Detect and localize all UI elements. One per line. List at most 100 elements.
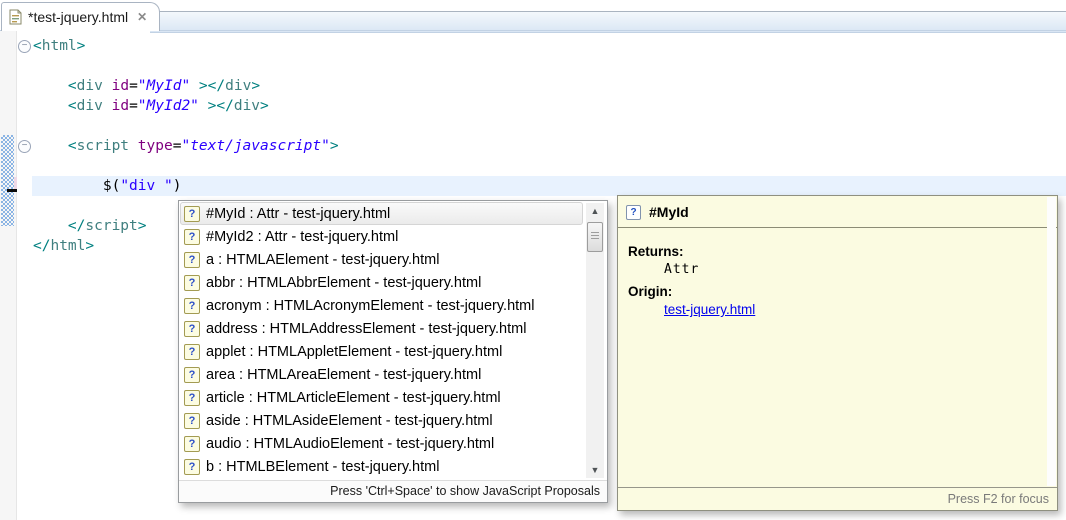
question-icon: ? [184,228,200,245]
completion-item[interactable]: ? abbr : HTMLAbbrElement - test-jquery.ht… [180,271,583,294]
completion-list: ? #MyId : Attr - test-jquery.html? #MyId2 … [180,202,583,479]
question-icon: ? [184,274,200,291]
scrollbar-thumb[interactable] [587,222,603,252]
fold-collapse-icon[interactable]: − [18,40,31,53]
tab-title: *test-jquery.html [28,9,129,25]
completion-item[interactable]: ? acronym : HTMLAcronymElement - test-jqu… [180,294,583,317]
completion-item-label: address : HTMLAddressElement - test-jque… [206,320,527,337]
doc-title: #MyId [649,204,689,220]
quickdiff-added-annotation [1,135,14,226]
completion-item-label: audio : HTMLAudioElement - test-jquery.h… [206,435,495,452]
annotation-ruler [0,31,17,520]
code-token: > [137,218,147,234]
completion-item[interactable]: ? audio : HTMLAudioElement - test-jquery.… [180,432,583,455]
code-token: "div " [120,178,173,194]
completion-item[interactable]: ? aside : HTMLAsideElement - test-jquery.… [180,409,583,432]
code-token: ></ [198,78,226,94]
completion-item[interactable]: ? article : HTMLArticleElement - test-jqu… [180,386,583,409]
origin-label: Origin: [628,284,673,299]
question-icon: ? [184,297,200,314]
doc-scrollbar-track[interactable] [1047,197,1056,486]
question-icon: ? [184,343,200,360]
completion-item-label: aside : HTMLAsideElement - test-jquery.h… [206,412,493,429]
completion-item-label: #MyId : Attr - test-jquery.html [206,205,391,222]
code-token: "text/javascript" [181,138,330,154]
code-token: > [76,38,86,54]
code-token: type [137,138,173,154]
code-line[interactable]: <script type="text/javascript"> [32,136,1066,156]
completion-item[interactable]: ? b : HTMLBElement - test-jquery.html [180,455,583,478]
code-token: html [50,238,86,254]
completion-item-label: area : HTMLAreaElement - test-jquery.htm… [206,366,482,383]
content-assist-popup: ? #MyId : Attr - test-jquery.html? #MyId2 … [178,200,608,503]
question-icon: ? [184,320,200,337]
question-icon: ? [184,205,200,222]
scroll-up-icon[interactable]: ▲ [586,203,604,219]
completion-item-label: article : HTMLArticleElement - test-jque… [206,389,501,406]
question-icon: ? [184,458,200,475]
code-line[interactable]: <div id="MyId2" ></div> [32,96,1066,116]
completion-item[interactable]: ? #MyId2 : Attr - test-jquery.html [180,225,583,248]
scroll-down-icon[interactable]: ▼ [586,462,604,478]
code-token: </ [33,238,51,254]
code-token: </ [67,218,86,234]
doc-footer-hint: Press F2 for focus [618,487,1057,510]
completion-item-label: b : HTMLBElement - test-jquery.html [206,458,440,475]
code-token: < [33,38,42,54]
folding-ruler: − − [17,31,32,520]
question-icon: ? [184,412,200,429]
completion-scrollbar[interactable]: ▲ ▼ [586,203,604,478]
question-icon: ? [184,366,200,383]
question-icon: ? [184,389,200,406]
code-token: html [41,38,77,54]
code-token: "MyId" [137,78,191,94]
code-token: > [85,238,95,254]
code-token: = [129,78,138,94]
eclipse-editor-window: *test-jquery.html ✕ − − <html> <div id="M… [0,0,1066,520]
question-icon: ? [626,204,641,220]
tab-test-jquery-html[interactable]: *test-jquery.html ✕ [1,2,161,31]
code-token: > [251,78,261,94]
completion-item[interactable]: ? area : HTMLAreaElement - test-jquery.ht… [180,363,583,386]
html-file-icon [9,9,22,25]
completion-item-label: a : HTMLAElement - test-jquery.html [206,251,440,268]
fold-collapse-icon[interactable]: − [18,140,31,153]
code-token: div [76,78,103,94]
completion-item-label: #MyId2 : Attr - test-jquery.html [206,228,399,245]
code-token: div [76,98,103,114]
code-token: = [129,98,138,114]
code-line[interactable]: <html> [32,36,1066,56]
code-token: < [67,138,77,154]
code-token: ) [172,178,182,194]
code-token: id [111,78,130,94]
code-token: script [76,138,130,154]
returns-label: Returns: [628,244,684,259]
question-icon: ? [184,251,200,268]
code-token: div [233,98,261,114]
code-line[interactable]: <div id="MyId" ></div> [32,76,1066,96]
code-line[interactable] [32,56,1066,76]
code-token: < [67,78,77,94]
code-token: > [260,98,269,114]
completion-item[interactable]: ? address : HTMLAddressElement - test-jqu… [180,317,583,340]
editor-tab-bar: *test-jquery.html ✕ [0,0,1066,33]
close-icon[interactable]: ✕ [137,10,147,24]
completion-item[interactable]: ? #MyId : Attr - test-jquery.html [180,202,583,225]
code-token: div [225,78,252,94]
code-line[interactable]: $("div ") [32,176,1066,196]
origin-link[interactable]: test-jquery.html [664,302,755,317]
completion-item[interactable]: ? a : HTMLAElement - test-jquery.html [180,248,583,271]
code-line[interactable] [32,156,1066,176]
code-line[interactable] [32,116,1066,136]
doc-header: ? #MyId [618,196,1057,227]
completion-item[interactable]: ? applet : HTMLAppletElement - test-jquer… [180,340,583,363]
